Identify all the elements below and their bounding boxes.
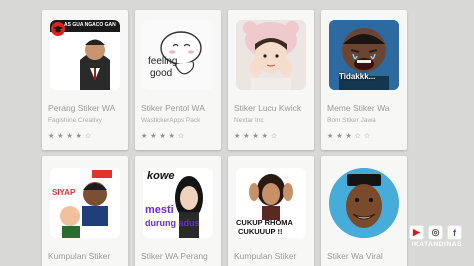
rating-stars: ★ ★ ★ ☆ ☆ <box>327 133 371 140</box>
app-developer: Nextar Inc <box>234 117 264 124</box>
brand-name: IKATANDINAS <box>411 241 462 248</box>
rating-stars: ★ ★ ★ ★ ☆ <box>141 133 185 140</box>
app-title[interactable]: Stiker Wa Viral <box>327 251 405 261</box>
thumbnail-caption-line-2: good <box>150 68 173 79</box>
thumbnail-caption: SIYAP <box>52 188 76 197</box>
thumbnail-caption: AS GUA NGACO GAN <box>64 22 116 28</box>
app-title[interactable]: Kumpulan Stiker <box>234 251 312 261</box>
app-title[interactable]: Stiker Pentol WA <box>141 103 219 113</box>
app-grid: AS GUA NGACO GAN Perang Stiker WA Fagish… <box>42 10 408 266</box>
thumbnail-caption-line-3: durung adus <box>145 218 200 228</box>
app-thumbnail <box>236 20 306 90</box>
app-thumbnail: AS GUA NGACO GAN <box>50 20 120 90</box>
youtube-icon[interactable]: ▶ <box>409 225 424 240</box>
app-card[interactable]: kowe mesti durung adus Stiker WA Perang <box>135 156 221 266</box>
thumbnail-caption-line-1: kowe <box>147 170 175 182</box>
app-title[interactable]: Kumpulan Stiker <box>48 251 126 261</box>
app-thumbnail: SIYAP <box>50 168 120 238</box>
app-card[interactable]: Stiker Lucu Kwick Nextar Inc ★ ★ ★ ★ ☆ <box>228 10 314 150</box>
app-thumbnail: feeling good <box>143 20 213 90</box>
rating-stars: ★ ★ ★ ★ ☆ <box>234 133 278 140</box>
social-icons: ▶ ◎ f <box>409 225 462 240</box>
app-card[interactable]: CUKUP RHOMA CUKUUUP !! Kumpulan Stiker <box>228 156 314 266</box>
graduation-cap-icon <box>51 22 65 36</box>
app-developer: Bom Stiker Jawa <box>327 117 376 124</box>
app-thumbnail: Tidakkk... <box>329 20 399 90</box>
app-thumbnail: kowe mesti durung adus <box>143 168 213 238</box>
thumbnail-caption-line-2: mesti <box>145 204 174 216</box>
app-card[interactable]: AS GUA NGACO GAN Perang Stiker WA Fagish… <box>42 10 128 150</box>
instagram-icon[interactable]: ◎ <box>428 225 443 240</box>
app-title[interactable]: Stiker Lucu Kwick <box>234 103 312 113</box>
app-card[interactable]: Stiker Wa Viral <box>321 156 407 266</box>
facebook-icon[interactable]: f <box>447 225 462 240</box>
app-title[interactable]: Meme Stiker Wa <box>327 103 405 113</box>
thumbnail-caption-line-1: CUKUP RHOMA <box>236 218 293 227</box>
app-developer: WastickerApps Pack <box>141 117 201 124</box>
app-title[interactable]: Stiker WA Perang <box>141 251 219 261</box>
app-thumbnail <box>329 168 399 238</box>
thumbnail-caption-line-2: CUKUUUP !! <box>238 227 283 236</box>
app-card[interactable]: feeling good Stiker Pentol WA WastickerA… <box>135 10 221 150</box>
thumbnail-caption-line-1: feeling <box>148 56 178 67</box>
app-card[interactable]: Tidakkk... Meme Stiker Wa Bom Stiker Jaw… <box>321 10 407 150</box>
app-card[interactable]: SIYAP Kumpulan Stiker <box>42 156 128 266</box>
app-thumbnail: CUKUP RHOMA CUKUUUP !! <box>236 168 306 238</box>
rating-stars: ★ ★ ★ ★ ☆ <box>48 133 92 140</box>
app-title[interactable]: Perang Stiker WA <box>48 103 126 113</box>
app-developer: Fagishine Creativy <box>48 117 102 124</box>
thumbnail-caption: Tidakkk... <box>339 72 376 81</box>
